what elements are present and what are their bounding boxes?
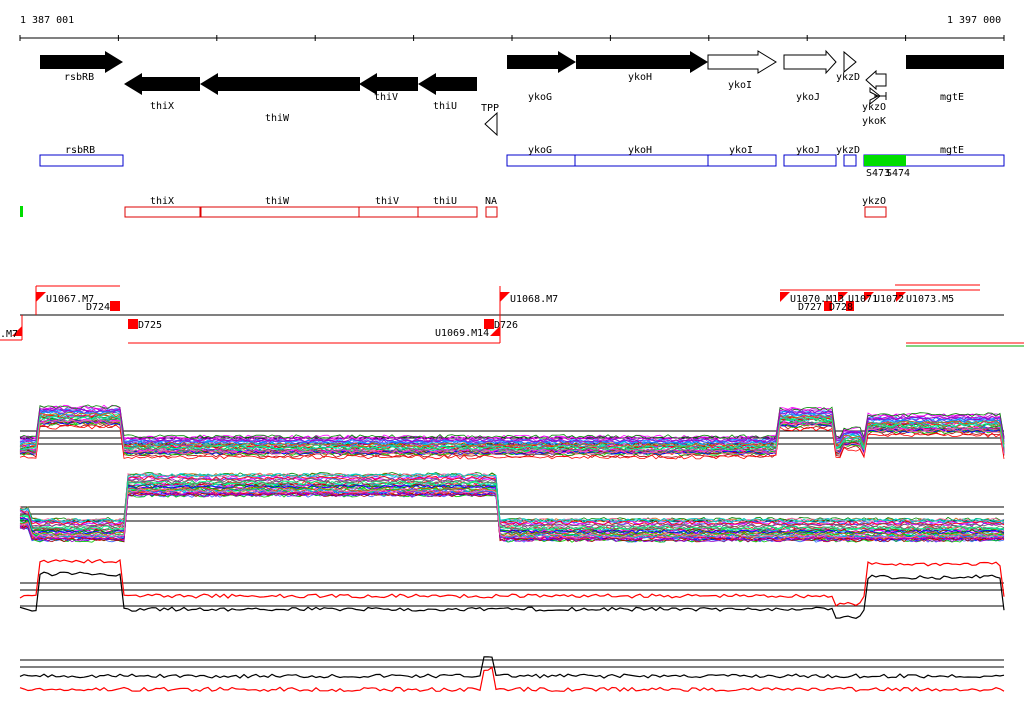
label-ykoJ: ykoJ bbox=[796, 92, 820, 103]
green-marker bbox=[20, 206, 23, 217]
red-label-thiX: thiX bbox=[150, 196, 174, 207]
label-TPP: TPP bbox=[481, 103, 499, 114]
genome-track-canvas: 1 387 001 1 397 000 rsbRB thiX thiW thiV… bbox=[0, 15, 1024, 693]
red-label-ykzO: ykzO bbox=[862, 196, 886, 207]
genome-browser-view: 1 387 001 1 397 000 rsbRB thiX thiW thiV… bbox=[0, 0, 1024, 714]
blue-label-ykoG: ykoG bbox=[528, 145, 552, 156]
segment-label-u1069[interactable]: U1069.M14 bbox=[435, 328, 489, 339]
gene-ykoH[interactable] bbox=[576, 51, 708, 73]
gene-thiX[interactable] bbox=[124, 73, 200, 95]
gene-ykzD[interactable] bbox=[843, 50, 857, 74]
label-thiW: thiW bbox=[265, 113, 290, 124]
red-box-thiW[interactable] bbox=[200, 206, 360, 218]
gene-arrow-track: rsbRB thiX thiW thiV thiU TPP ykoG ykoH … bbox=[40, 49, 1004, 137]
blue-label-ykoJ: ykoJ bbox=[796, 145, 820, 156]
segmentation-track: .M7 U1067.M7 D724 D725 U1069.M14 U1068.M… bbox=[0, 284, 1024, 347]
blue-label-mgtE: mgtE bbox=[940, 145, 964, 156]
red-box-thiU[interactable] bbox=[417, 206, 478, 218]
gene-mgtE[interactable] bbox=[906, 55, 1004, 69]
gene-ykoI[interactable] bbox=[707, 50, 777, 74]
blue-box-ykoG-ykoI[interactable] bbox=[506, 154, 777, 167]
blue-box-rsbRB[interactable] bbox=[39, 154, 124, 167]
green-region-s473-s474[interactable] bbox=[864, 155, 906, 166]
expression-panel-2-profile-line bbox=[19, 475, 1005, 526]
segment-label-d725[interactable]: D725 bbox=[138, 320, 162, 331]
blue-label-ykoI: ykoI bbox=[729, 145, 753, 156]
segment-label-m7-left[interactable]: .M7 bbox=[0, 329, 18, 340]
blue-label-ykzD: ykzD bbox=[836, 145, 860, 156]
ruler-end-label: 1 397 000 bbox=[947, 15, 1001, 26]
tpp-riboswitch-arrow[interactable] bbox=[484, 111, 498, 137]
ruler-start-label: 1 387 001 bbox=[20, 15, 74, 26]
segment-label-u1072[interactable]: U1072 bbox=[874, 294, 904, 305]
label-mgtE: mgtE bbox=[940, 92, 964, 103]
coordinate-ruler: 1 387 001 1 397 000 bbox=[19, 15, 1005, 41]
red-box-thiX[interactable] bbox=[124, 206, 201, 218]
red-annotation-track bbox=[124, 206, 887, 218]
red-label-NA: NA bbox=[485, 196, 497, 207]
expression-panel-1 bbox=[19, 404, 1005, 460]
label-thiU: thiU bbox=[433, 101, 457, 112]
segment-label-d727[interactable]: D727 bbox=[798, 302, 822, 313]
label-thiX: thiX bbox=[150, 101, 174, 112]
expression-panel-4 bbox=[19, 656, 1005, 693]
label-ykoK: ykoK bbox=[862, 116, 886, 127]
gene-ykoJ[interactable] bbox=[783, 49, 837, 75]
gene-rsbRB[interactable] bbox=[40, 51, 123, 73]
expression-panel-4-profile-line bbox=[19, 666, 1005, 693]
label-thiV: thiV bbox=[374, 92, 398, 103]
label-ykzO: ykzO bbox=[862, 102, 886, 113]
blue-box-ykzD[interactable] bbox=[843, 154, 857, 167]
red-box-thiV[interactable] bbox=[358, 206, 419, 218]
red-label-thiU: thiU bbox=[433, 196, 457, 207]
blue-label-rsbRB: rsbRB bbox=[65, 145, 95, 156]
segment-label-d724[interactable]: D724 bbox=[86, 302, 110, 313]
blue-track-labels: rsbRB ykoG ykoH ykoI ykoJ ykzD mgtE S473… bbox=[65, 145, 964, 179]
gene-thiU[interactable] bbox=[418, 73, 477, 95]
red-label-thiV: thiV bbox=[375, 196, 399, 207]
gene-thiW[interactable] bbox=[200, 73, 360, 95]
expression-panel-3 bbox=[19, 558, 1005, 619]
label-ykoI: ykoI bbox=[728, 80, 752, 91]
blue-label-ykoH: ykoH bbox=[628, 145, 652, 156]
expression-panels bbox=[19, 404, 1005, 693]
red-box-NA[interactable] bbox=[485, 206, 498, 218]
expression-panel-1-profile-line bbox=[19, 404, 1005, 440]
segment-label-u1073[interactable]: U1073.M5 bbox=[906, 294, 954, 305]
red-track-labels: thiX thiW thiV thiU NA ykzO bbox=[150, 196, 886, 207]
label-ykzD: ykzD bbox=[836, 72, 860, 83]
segment-label-d726[interactable]: D726 bbox=[494, 320, 518, 331]
red-box-ykzO[interactable] bbox=[864, 206, 887, 218]
blue-annotation-track bbox=[39, 154, 1005, 167]
gene-ykoG[interactable] bbox=[507, 51, 576, 73]
blue-box-ykoJ[interactable] bbox=[783, 154, 837, 167]
label-ykoH: ykoH bbox=[628, 72, 652, 83]
label-ykoG: ykoG bbox=[528, 92, 552, 103]
label-s474: S474 bbox=[886, 168, 910, 179]
gene-ykzO[interactable] bbox=[865, 69, 887, 91]
expression-panel-2 bbox=[19, 472, 1005, 543]
segment-label-u1068[interactable]: U1068.M7 bbox=[510, 294, 558, 305]
label-rsbRB: rsbRB bbox=[64, 72, 94, 83]
red-label-thiW: thiW bbox=[265, 196, 290, 207]
